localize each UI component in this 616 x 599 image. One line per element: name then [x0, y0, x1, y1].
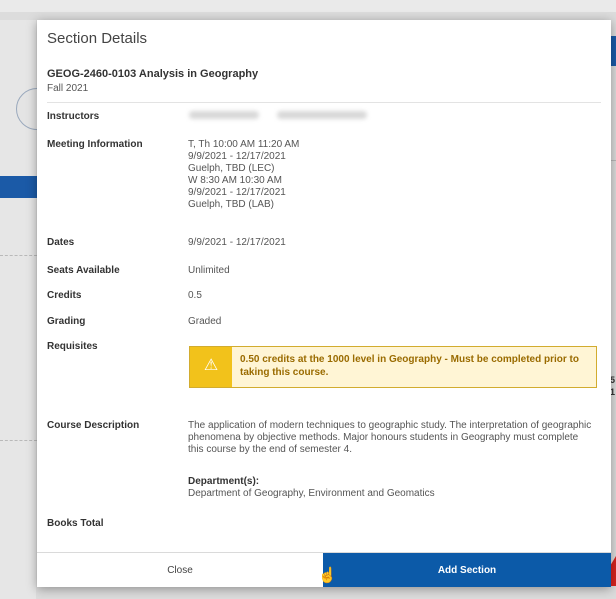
meeting-line: Guelph, TBD (LAB) [188, 199, 274, 210]
meeting-line: Guelph, TBD (LEC) [188, 163, 275, 174]
department-value: Department of Geography, Environment and… [188, 488, 435, 499]
books-total-label: Books Total [47, 518, 104, 529]
grading-label: Grading [47, 316, 86, 327]
meeting-line: W 8:30 AM 10:30 AM [188, 175, 282, 186]
hand-cursor-icon: ☝ [318, 567, 337, 584]
course-description-value: The application of modern techniques to … [188, 420, 592, 455]
section-details-modal: Section Details GEOG-2460-0103 Analysis … [37, 20, 611, 587]
close-button[interactable]: Close [37, 553, 323, 587]
credits-value: 0.5 [188, 290, 202, 301]
background-divider [0, 440, 37, 441]
background-divider [611, 160, 616, 161]
header-divider [47, 102, 601, 103]
meeting-information-label: Meeting Information [47, 139, 143, 150]
background-blue-bar-left [0, 176, 37, 198]
requisites-label: Requisites [47, 341, 98, 352]
requisite-text: 0.50 credits at the 1000 level in Geogra… [240, 354, 579, 378]
course-code: GEOG-2460-0103 Analysis in Geography [47, 68, 259, 80]
department-label: Department(s): [188, 476, 260, 487]
meeting-line: 9/9/2021 - 12/17/2021 [188, 151, 286, 162]
credits-label: Credits [47, 290, 82, 301]
meeting-information-value: T, Th 10:00 AM 11:20 AM 9/9/2021 - 12/17… [188, 139, 299, 211]
seats-available-label: Seats Available [47, 265, 120, 276]
meeting-line: T, Th 10:00 AM 11:20 AM [188, 139, 300, 150]
requisite-warning-box: ⚠ 0.50 credits at the 1000 level in Geog… [189, 346, 597, 388]
instructors-label: Instructors [47, 111, 100, 122]
course-term: Fall 2021 [47, 83, 89, 94]
seats-available-value: Unlimited [188, 265, 230, 276]
add-section-button[interactable]: Add Section [323, 553, 611, 587]
instructor-name-blurred [277, 111, 367, 119]
dates-value: 9/9/2021 - 12/17/2021 [188, 237, 286, 248]
dates-label: Dates [47, 237, 75, 248]
course-description-label: Course Description [47, 420, 140, 431]
meeting-line: 9/9/2021 - 12/17/2021 [188, 187, 286, 198]
warning-icon-background: ⚠ [190, 347, 232, 387]
background-divider [0, 255, 37, 256]
grading-value: Graded [188, 316, 222, 327]
background-blue-bar-right [611, 36, 616, 66]
warning-icon: ⚠ [203, 357, 219, 374]
modal-title: Section Details [47, 30, 148, 47]
background-top-bar [0, 0, 616, 12]
instructor-name-blurred [189, 111, 259, 119]
